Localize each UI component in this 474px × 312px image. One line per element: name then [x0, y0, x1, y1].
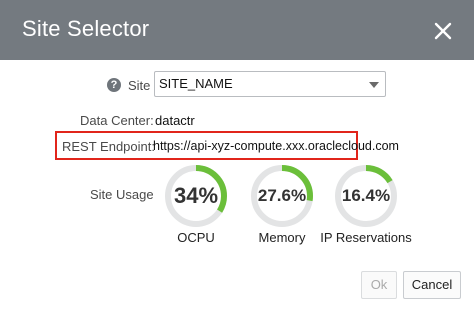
- ip-reservations-percent: 16.4%: [341, 186, 391, 205]
- site-label: Site: [128, 78, 151, 93]
- ip-reservations-gauge: 16.4%: [334, 164, 398, 228]
- dialog-titlebar: Site Selector: [0, 0, 474, 60]
- dialog-title: Site Selector: [22, 16, 150, 41]
- memory-caption: Memory: [258, 230, 306, 245]
- help-icon[interactable]: ?: [107, 78, 121, 92]
- rest-endpoint-label: REST Endpoint:: [62, 139, 155, 154]
- ocpu-percent: 34%: [173, 183, 219, 208]
- close-icon[interactable]: [430, 18, 456, 44]
- memory-gauge: 27.6%: [250, 164, 314, 228]
- rest-endpoint-value: https://api-xyz-compute.xxx.oraclecloud.…: [153, 139, 399, 153]
- data-center-value: datactr: [155, 113, 195, 128]
- ocpu-gauge: 34%: [164, 164, 228, 228]
- site-select-value: SITE_NAME: [159, 76, 233, 91]
- site-selector-dialog: Site Selector ? Site SITE_NAME Data Cent…: [0, 0, 474, 312]
- ip-reservations-caption: IP Reservations: [320, 230, 412, 245]
- site-select[interactable]: SITE_NAME: [154, 71, 386, 97]
- ocpu-caption: OCPU: [177, 230, 215, 245]
- cancel-button[interactable]: Cancel: [403, 271, 461, 299]
- chevron-down-icon: [369, 82, 379, 88]
- memory-percent: 27.6%: [257, 186, 307, 205]
- site-usage-label: Site Usage: [90, 187, 154, 202]
- data-center-label: Data Center:: [80, 113, 154, 128]
- ok-button[interactable]: Ok: [361, 271, 397, 299]
